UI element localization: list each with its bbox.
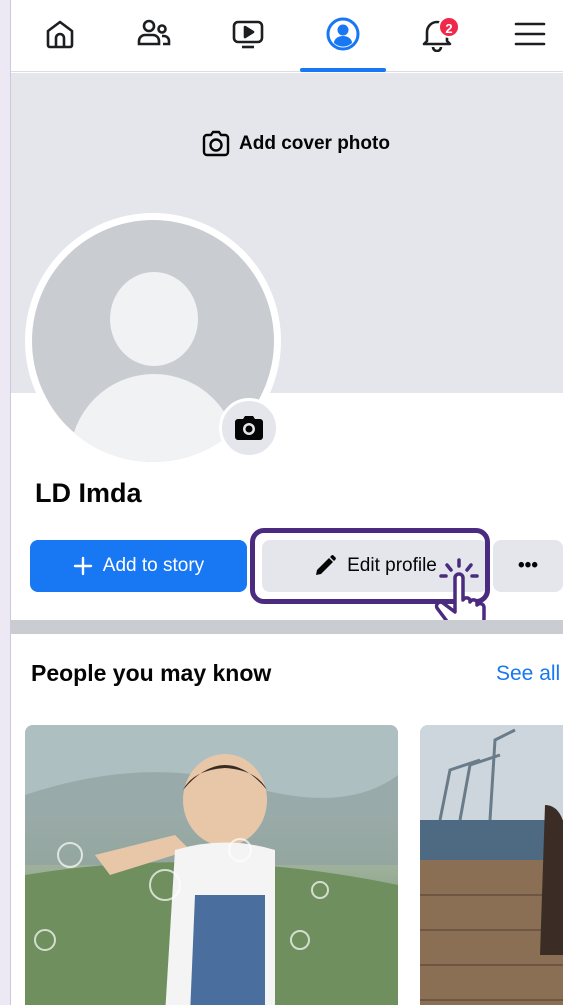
nav-profile[interactable] [318, 10, 368, 58]
add-to-story-button[interactable]: Add to story [30, 540, 247, 592]
nav-friends[interactable] [129, 10, 179, 58]
nav-active-indicator [300, 68, 386, 72]
camera-icon [202, 130, 230, 157]
menu-icon [514, 22, 546, 46]
avatar-head-shape [110, 272, 198, 366]
edit-profile-label: Edit profile [347, 555, 437, 576]
nav-menu[interactable] [505, 10, 555, 58]
plus-icon [73, 556, 92, 576]
profile-icon [326, 17, 360, 51]
see-all-link[interactable]: See all [496, 662, 560, 686]
nav-watch[interactable] [223, 10, 273, 58]
pencil-icon [316, 555, 336, 575]
home-icon [46, 20, 74, 49]
section-divider [11, 620, 563, 634]
update-profile-picture-button[interactable] [219, 398, 279, 458]
suggestion-card-2[interactable] [420, 725, 563, 1005]
add-cover-photo-label: Add cover photo [239, 133, 390, 154]
edit-profile-button[interactable]: Edit profile [262, 540, 488, 592]
video-icon [232, 20, 264, 49]
add-to-story-label: Add to story [102, 555, 205, 576]
avatar-body-shape [70, 374, 238, 462]
nav-home[interactable] [35, 10, 85, 58]
notification-badge: 2 [438, 16, 460, 38]
suggestion-card-1[interactable] [25, 725, 398, 1005]
suggestion-photo-1 [25, 725, 398, 1005]
camera-icon [235, 416, 263, 440]
friends-icon [137, 19, 171, 46]
app-frame: 2 Add cover photo LD Imda Add to story E… [10, 0, 563, 1005]
profile-name: LD Imda [35, 478, 142, 508]
more-options-button[interactable]: ••• [493, 540, 563, 592]
people-you-may-know-title: People you may know [31, 660, 272, 686]
more-options-label: ••• [518, 555, 538, 576]
top-nav: 2 [11, 0, 563, 72]
nav-notifications[interactable]: 2 [412, 10, 462, 58]
suggestion-photo-2 [420, 725, 563, 1005]
add-cover-photo-button[interactable]: Add cover photo [201, 129, 390, 159]
